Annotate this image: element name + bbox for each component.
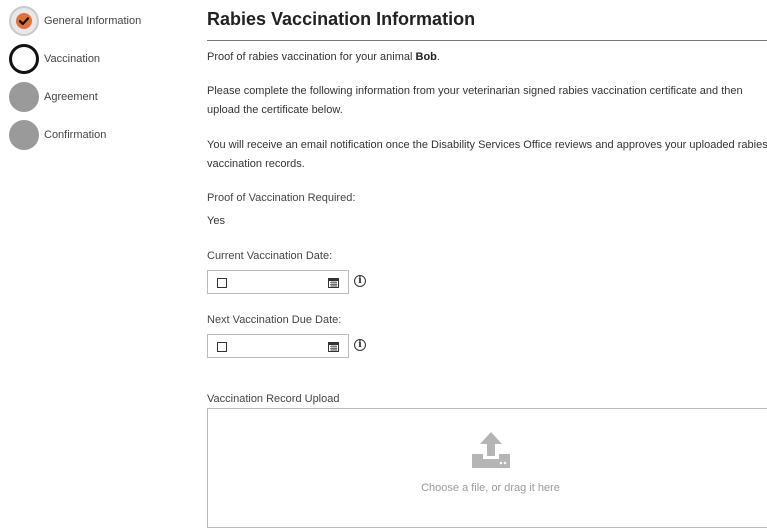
step-vaccination[interactable]: Vaccination [9, 43, 100, 75]
upload-icon [472, 432, 510, 468]
step-label: Agreement [44, 91, 98, 103]
step-agreement[interactable]: Agreement [9, 81, 98, 113]
page-title: Rabies Vaccination Information [207, 9, 476, 29]
info-icon[interactable]: i [354, 339, 366, 351]
step-done-indicator [9, 6, 39, 36]
current-date-label: Current Vaccination Date: [207, 250, 333, 262]
step-label: Confirmation [44, 129, 107, 141]
proof-required-value: Yes [207, 215, 225, 227]
upload-label: Vaccination Record Upload [207, 393, 340, 405]
step-label: General Information [44, 15, 142, 27]
current-date-input[interactable] [207, 270, 349, 294]
step-pending-indicator [9, 120, 39, 150]
animal-name: Bob [415, 51, 437, 63]
date-placeholder-box [217, 342, 227, 352]
instructions-text: Please complete the following informatio… [207, 85, 743, 116]
step-pending-indicator [9, 82, 39, 112]
next-due-date-input[interactable] [207, 334, 349, 358]
step-general-information[interactable]: General Information [9, 5, 141, 37]
file-upload-dropzone[interactable]: Choose a file, or drag it here [207, 408, 767, 528]
step-current-indicator [9, 44, 39, 74]
calendar-icon[interactable] [328, 341, 339, 352]
info-icon[interactable]: i [354, 275, 366, 287]
title-divider [207, 40, 767, 41]
proof-required-label: Proof of Vaccination Required: [207, 192, 356, 204]
date-placeholder-box [217, 278, 227, 288]
upload-hint: Choose a file, or drag it here [421, 482, 560, 494]
notice-text: You will receive an email notification o… [207, 139, 767, 170]
intro-text: Proof of rabies vaccination for your ani… [207, 51, 440, 63]
step-confirmation[interactable]: Confirmation [9, 119, 106, 151]
next-due-date-label: Next Vaccination Due Date: [207, 314, 342, 326]
calendar-icon[interactable] [328, 277, 339, 288]
check-icon [18, 17, 30, 26]
step-label: Vaccination [44, 53, 101, 65]
